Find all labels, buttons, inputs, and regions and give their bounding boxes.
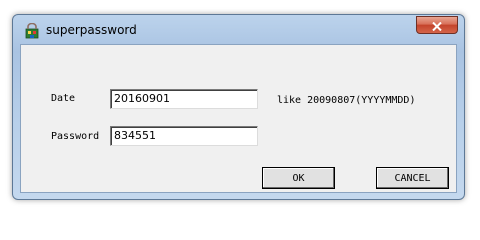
close-icon [432, 16, 442, 35]
dialog-window: superpassword Date 20160901 like 2009080… [12, 14, 465, 200]
cancel-button[interactable]: CANCEL [376, 167, 449, 189]
date-input[interactable]: 20160901 [110, 89, 258, 109]
title-bar[interactable]: superpassword [13, 15, 464, 45]
dialog-body: Date 20160901 like 20090807(YYYYMMDD) Pa… [20, 44, 457, 193]
ok-button[interactable]: OK [262, 167, 335, 189]
close-button[interactable] [416, 16, 458, 34]
window-title: superpassword [46, 23, 137, 37]
app-icon [24, 22, 40, 39]
password-label: Password [51, 131, 100, 142]
date-label: Date [51, 93, 76, 104]
date-format-hint: like 20090807(YYYYMMDD) [277, 95, 416, 106]
password-input[interactable]: 834551 [110, 126, 258, 146]
